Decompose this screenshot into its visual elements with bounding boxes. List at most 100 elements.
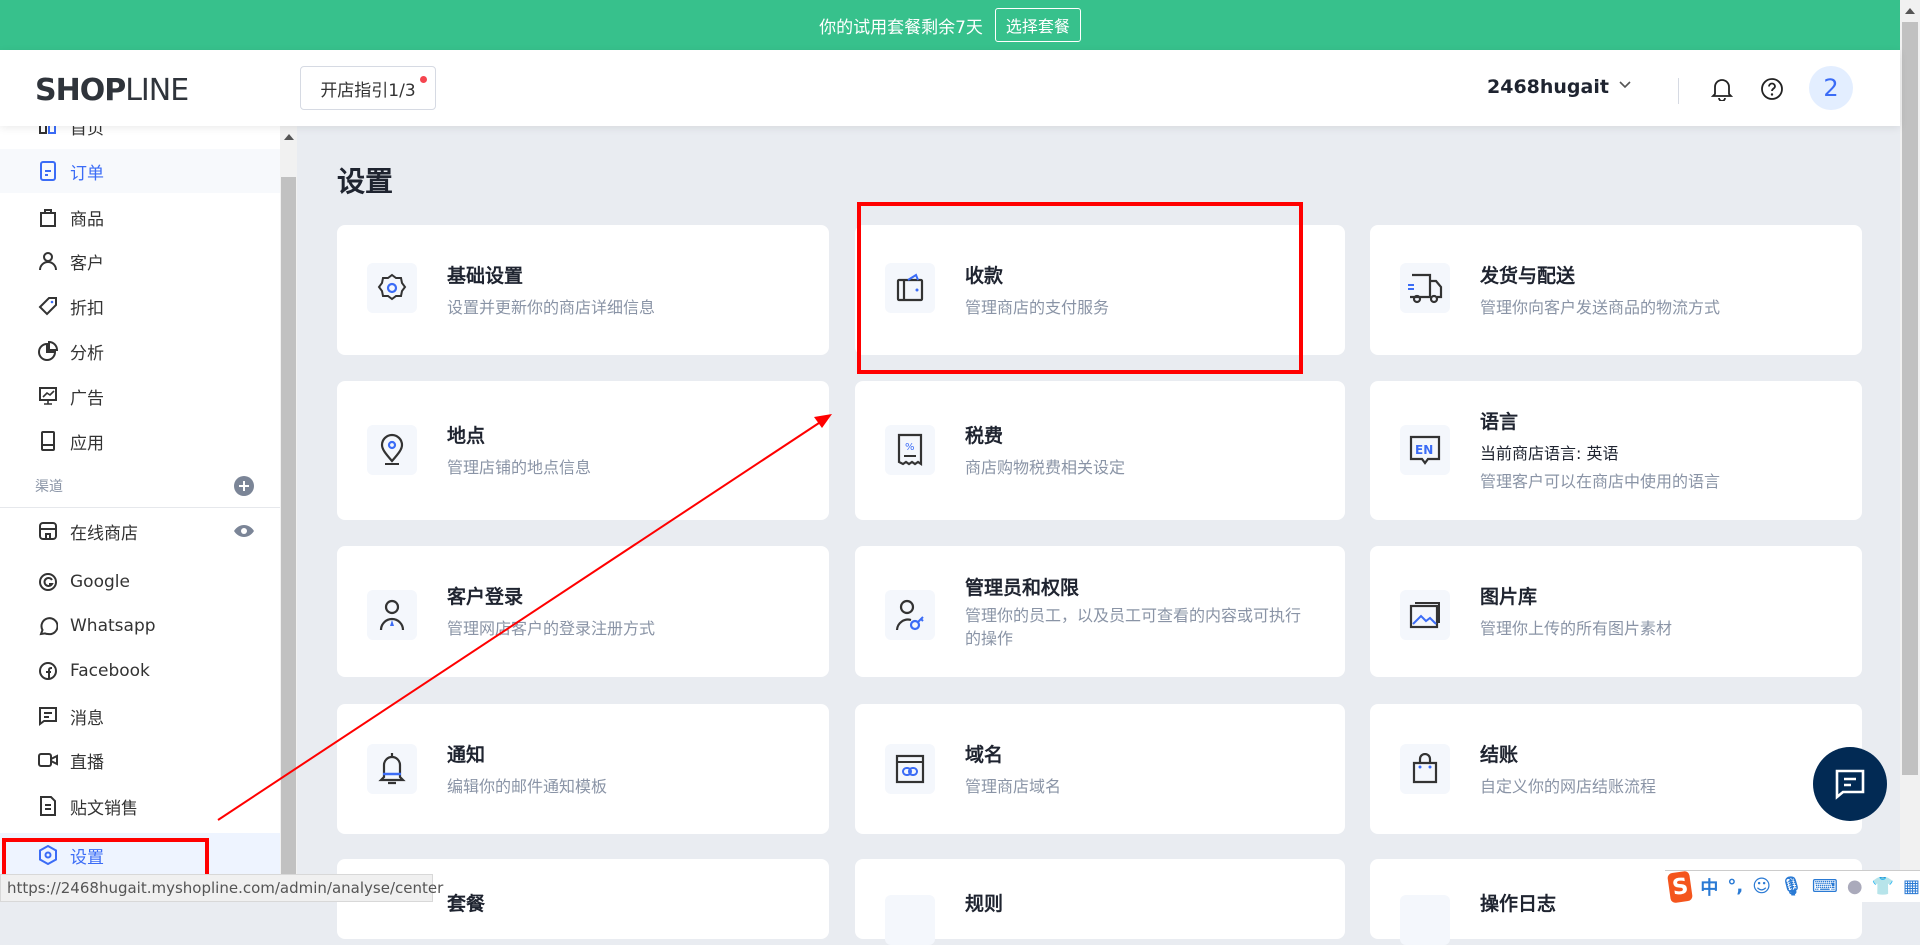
ime-mode-toggle[interactable]: 中 [1700, 874, 1718, 900]
sidebar-item-facebook[interactable]: Facebook [0, 649, 280, 693]
card-locations[interactable]: 地点管理店铺的地点信息 [337, 381, 829, 520]
store-switcher[interactable]: 2468hugait [1487, 76, 1609, 98]
card-desc: 管理客户可以在商店中使用的语言 [1480, 472, 1721, 492]
user-icon [38, 251, 58, 271]
help-icon[interactable] [1760, 77, 1784, 105]
sidebar-item-messages[interactable]: 消息 [0, 694, 280, 738]
message-icon [38, 706, 58, 726]
page-scroll-thumb[interactable] [1902, 22, 1918, 775]
app-icon [38, 431, 58, 451]
whatsapp-icon [38, 616, 59, 636]
card-title: 管理员和权限 [965, 576, 1080, 599]
store-icon [38, 521, 58, 541]
eye-icon[interactable] [233, 523, 255, 544]
home-icon [38, 126, 58, 136]
card-basic-settings[interactable]: 基础设置 设置并更新你的商店详细信息 [337, 225, 829, 355]
shopping-bag-icon [1400, 744, 1450, 794]
choose-plan-button[interactable]: 选择套餐 [994, 8, 1081, 42]
sidebar-item-google[interactable]: Google [0, 560, 280, 604]
sidebar-item-customers[interactable]: 客户 [0, 239, 280, 283]
image-gallery-icon [1400, 590, 1450, 640]
sidebar-item-discounts[interactable]: 折扣 [0, 284, 280, 328]
sidebar-item-orders[interactable]: 订单 [0, 149, 280, 193]
card-checkout[interactable]: 结账自定义你的网店结账流程 [1370, 704, 1862, 834]
card-shipping[interactable]: 发货与配送 管理你向客户发送商品的物流方式 [1370, 225, 1862, 355]
facebook-icon [38, 661, 58, 681]
annotation-highlight-settings [2, 838, 209, 879]
card-domains[interactable]: 域名 管理商店域名 [855, 704, 1345, 834]
add-channel-icon[interactable] [234, 476, 254, 500]
log-icon [1400, 895, 1450, 945]
keyboard-icon[interactable]: ⌨ [1812, 876, 1838, 897]
chat-icon [1835, 769, 1865, 800]
card-title: 操作日志 [1480, 893, 1557, 915]
google-icon [38, 572, 58, 592]
store-guide-button[interactable]: 开店指引1/3 [300, 66, 436, 110]
guide-label: 开店指引1/3 [320, 80, 416, 101]
card-language[interactable]: EN 语言 当前商店语言: 英语 管理客户可以在商店中使用的语言 [1370, 381, 1862, 520]
card-desc: 商店购物税费相关设定 [965, 458, 1126, 478]
pie-chart-icon [38, 340, 59, 361]
scroll-up-arrow-icon[interactable] [1905, 8, 1915, 14]
card-desc: 自定义你的网店结账流程 [1480, 776, 1657, 796]
card-taxes[interactable]: % 税费 商店购物税费相关设定 [855, 381, 1345, 520]
domain-link-icon [885, 744, 935, 794]
top-header: SHOPLINE 开店指引1/3 2468hugait 2 [0, 50, 1900, 126]
card-title: 地点 [447, 425, 486, 448]
header-divider [1678, 78, 1679, 104]
card-admin-permissions[interactable]: 管理员和权限管理你的员工，以及员工可查看的内容或可执行的操作 [855, 546, 1345, 677]
card-title: 语言 [1480, 411, 1519, 434]
sidebar-item-post-sales[interactable]: 贴文销售 [0, 784, 280, 828]
scroll-up-arrow-icon[interactable] [284, 134, 294, 140]
bell-icon[interactable] [1710, 77, 1734, 105]
microphone-icon[interactable]: 🎙 [1780, 876, 1803, 897]
card-customer-login[interactable]: 客户登录 管理网店客户的登录注册方式 [337, 546, 829, 677]
card-title: 套餐 [447, 893, 486, 915]
shopline-logo[interactable]: SHOPLINE [35, 73, 189, 108]
card-title: 结账 [1480, 743, 1519, 766]
sidebar-scrollbar[interactable] [280, 126, 297, 902]
card-title: 图片库 [1480, 586, 1538, 609]
sogou-logo-icon[interactable]: S [1667, 870, 1694, 903]
user-skin-icon[interactable]: ● [1847, 876, 1863, 897]
shirt-icon[interactable]: 👕 [1872, 876, 1894, 897]
avatar[interactable]: 2 [1809, 66, 1853, 110]
sidebar-item-products[interactable]: 商品 [0, 195, 280, 239]
card-desc: 管理店铺的地点信息 [447, 458, 592, 478]
sidebar-item-ads[interactable]: 广告 [0, 374, 280, 418]
card-notifications[interactable]: 通知 编辑你的邮件通知模板 [337, 704, 829, 834]
annotation-highlight-payments [857, 202, 1303, 374]
grid-menu-icon[interactable]: ▦ [1903, 876, 1920, 897]
video-icon [38, 750, 58, 770]
sidebar: 首页 订单 商品 客户 折扣 分析 广告 应用 渠道 在线商店 Google W… [0, 126, 280, 902]
sidebar-item-apps[interactable]: 应用 [0, 419, 280, 463]
chevron-down-icon[interactable] [1617, 76, 1633, 96]
ime-toolbar: S 中 °, ☺ 🎙 ⌨ ● 👕 ▦ [1665, 870, 1920, 903]
order-icon [38, 161, 58, 181]
sidebar-item-analytics[interactable]: 分析 [0, 329, 280, 373]
page-scrollbar[interactable] [1900, 0, 1920, 902]
chat-button[interactable] [1813, 747, 1887, 821]
channels-group-label: 渠道 [35, 479, 63, 495]
sidebar-item-whatsapp[interactable]: Whatsapp [0, 604, 280, 648]
ime-punct-toggle[interactable]: °, [1727, 876, 1743, 897]
emoji-icon[interactable]: ☺ [1752, 876, 1771, 897]
card-title: 通知 [447, 743, 486, 766]
rules-icon [885, 895, 935, 945]
card-image-library[interactable]: 图片库管理你上传的所有图片素材 [1370, 546, 1862, 677]
card-desc: 管理你的员工，以及员工可查看的内容或可执行的操作 [965, 605, 1302, 648]
truck-icon [1400, 263, 1450, 313]
sidebar-item-home[interactable]: 首页 [0, 126, 280, 148]
card-title: 规则 [965, 893, 1004, 915]
card-desc: 管理网店客户的登录注册方式 [447, 619, 656, 639]
page-title: 设置 [337, 165, 394, 198]
card-desc: 管理你上传的所有图片素材 [1480, 619, 1673, 639]
sidebar-divider [0, 507, 280, 508]
customer-login-icon [367, 590, 417, 640]
svg-text:%: % [905, 442, 915, 453]
sidebar-scroll-thumb[interactable] [281, 177, 296, 880]
card-rules[interactable]: 规则 [855, 859, 1345, 945]
card-desc: 管理你向客户发送商品的物流方式 [1480, 297, 1721, 317]
sidebar-item-online-store[interactable]: 在线商店 [0, 509, 280, 553]
sidebar-item-live[interactable]: 直播 [0, 738, 280, 782]
